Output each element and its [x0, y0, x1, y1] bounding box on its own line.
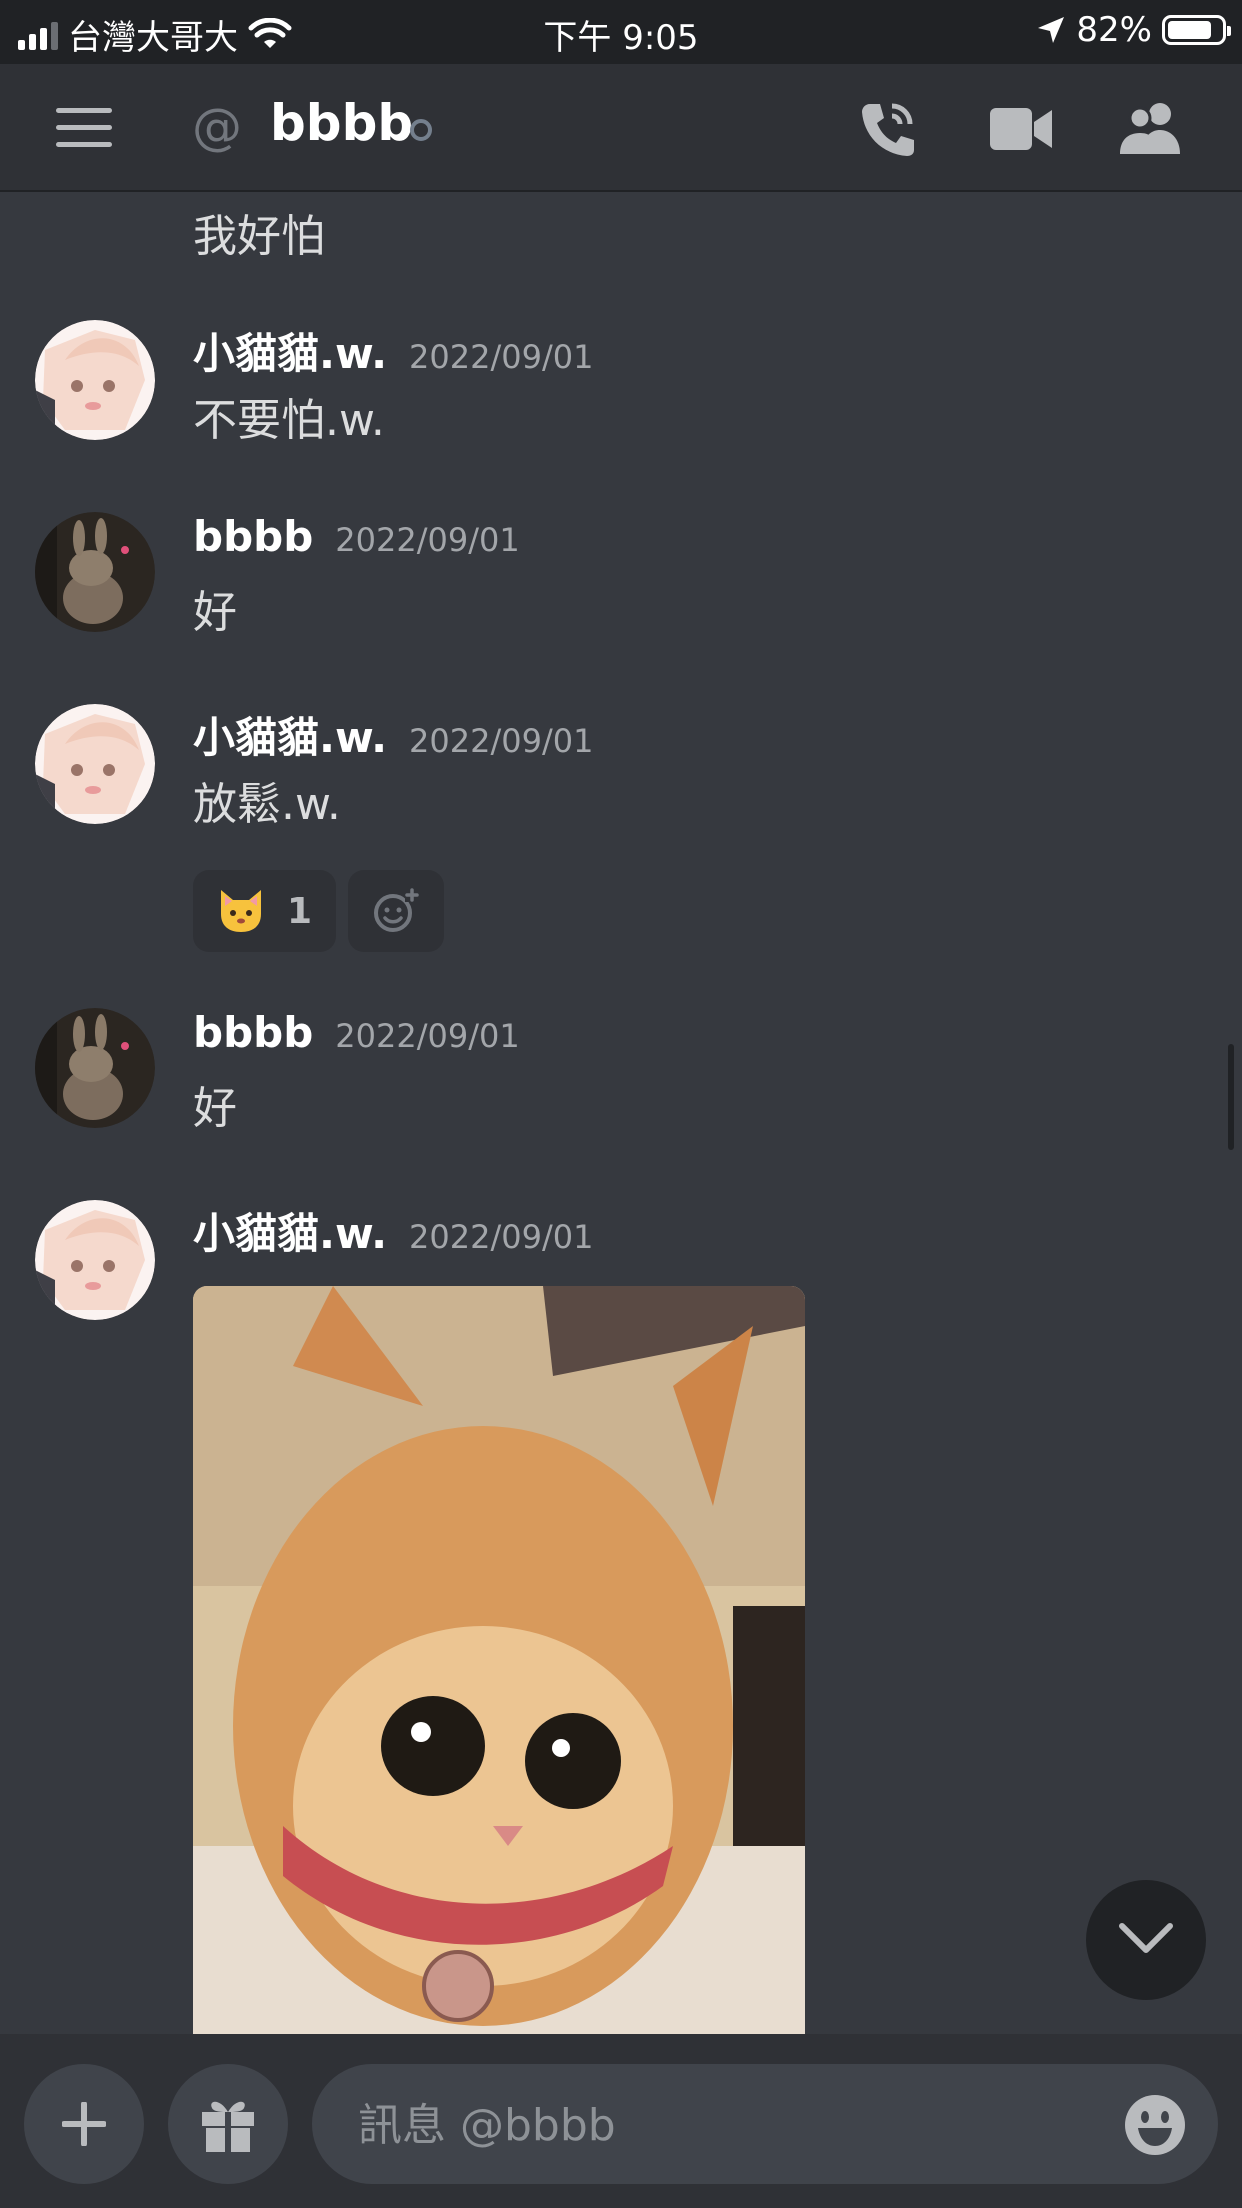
hamburger-icon[interactable] — [56, 108, 112, 148]
message-timestamp: 2022/09/01 — [409, 1218, 594, 1256]
reaction-count: 1 — [287, 890, 313, 932]
cat-photo — [193, 1286, 805, 2034]
status-right: 82% — [1036, 10, 1231, 50]
avatar[interactable] — [35, 1200, 155, 1320]
message-input-box[interactable] — [312, 2064, 1218, 2186]
members-icon[interactable] — [1120, 100, 1184, 156]
battery-icon — [1162, 15, 1231, 45]
gift-icon — [202, 2101, 254, 2152]
message-author[interactable]: 小貓貓.w. 2022/09/01 — [193, 320, 593, 381]
phone-call-icon[interactable] — [856, 100, 918, 158]
reaction-bar: 1 — [193, 870, 445, 952]
add-attachment-button[interactable] — [24, 2064, 144, 2184]
avatar[interactable] — [35, 704, 155, 824]
at-icon: @ — [192, 98, 242, 156]
message-timestamp: 2022/09/01 — [335, 521, 520, 559]
gift-button[interactable] — [168, 2064, 288, 2184]
message-timestamp: 2022/09/01 — [335, 1017, 520, 1055]
battery-percentage: 82% — [1076, 10, 1152, 50]
message-author[interactable]: bbbb 2022/09/01 — [193, 512, 520, 561]
emoji-icon[interactable] — [1124, 2094, 1186, 2156]
add-reaction-button[interactable] — [348, 870, 445, 952]
message-timestamp: 2022/09/01 — [409, 338, 594, 376]
channel-title: bbbb — [270, 94, 414, 152]
cat-face-icon — [221, 890, 261, 932]
message-list[interactable]: 我好怕 小貓貓.w. 2022/09/01 不要怕.w. bbbb 2022/0… — [0, 192, 1242, 2034]
message-timestamp: 2022/09/01 — [409, 722, 594, 760]
reaction-cat[interactable]: 1 — [193, 870, 337, 952]
video-camera-icon[interactable] — [990, 106, 1052, 152]
message-author[interactable]: 小貓貓.w. 2022/09/01 — [193, 704, 593, 765]
message-continuation: 我好怕 — [193, 211, 325, 262]
message-composer — [0, 2034, 1242, 2208]
avatar[interactable] — [35, 320, 155, 440]
message-author[interactable]: bbbb 2022/09/01 — [193, 1008, 520, 1057]
message-text: 放鬆.w. — [193, 779, 341, 830]
offline-status-icon — [410, 119, 432, 141]
message-text: 不要怕.w. — [193, 395, 385, 446]
avatar[interactable] — [35, 1008, 155, 1128]
message-author[interactable]: 小貓貓.w. 2022/09/01 — [193, 1200, 593, 1261]
chevron-down-icon — [1119, 1923, 1173, 1953]
plus-icon — [62, 2102, 106, 2146]
battery-fill — [1168, 21, 1211, 39]
message-text: 好 — [193, 1083, 237, 1134]
jump-to-present-button[interactable] — [1086, 1880, 1206, 2000]
image-attachment[interactable] — [193, 1286, 805, 2034]
scrollbar[interactable] — [1228, 1044, 1234, 1150]
message-input[interactable] — [356, 2064, 1060, 2186]
add-reaction-icon — [374, 888, 420, 932]
message-text: 好 — [193, 587, 237, 638]
location-arrow-icon — [1038, 17, 1065, 43]
avatar[interactable] — [35, 512, 155, 632]
channel-header: @ bbbb — [0, 64, 1242, 192]
status-bar: 台灣大哥大 下午 9:05 82% — [0, 0, 1242, 64]
